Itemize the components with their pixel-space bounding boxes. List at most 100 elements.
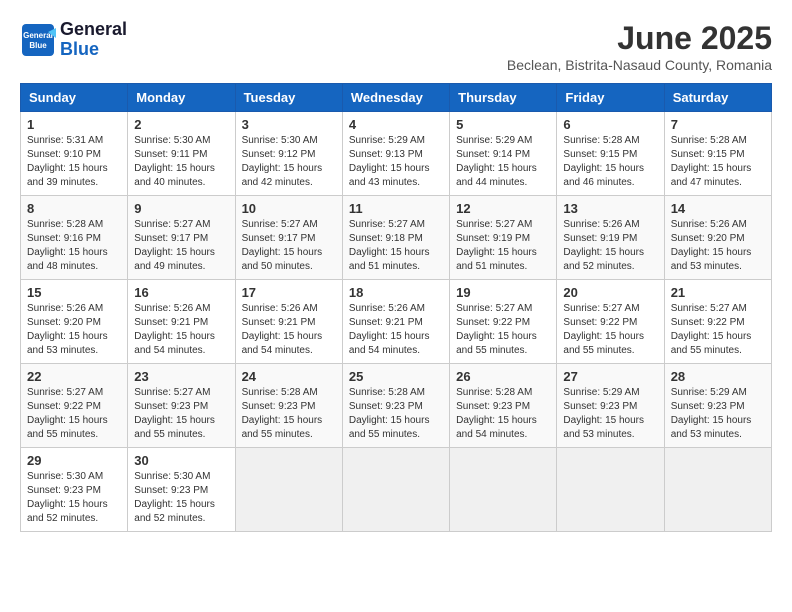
day-number: 28 (671, 369, 765, 384)
day-cell-15: 15 Sunrise: 5:26 AMSunset: 9:20 PMDayligh… (21, 280, 128, 364)
day-number: 23 (134, 369, 228, 384)
day-number: 4 (349, 117, 443, 132)
calendar-week-4: 29 Sunrise: 5:30 AMSunset: 9:23 PMDayligh… (21, 448, 772, 532)
header-cell-tuesday: Tuesday (235, 84, 342, 112)
logo: General Blue General Blue (20, 20, 127, 60)
day-cell-6: 6 Sunrise: 5:28 AMSunset: 9:15 PMDaylight… (557, 112, 664, 196)
empty-cell (235, 448, 342, 532)
empty-cell (342, 448, 449, 532)
day-number: 10 (242, 201, 336, 216)
day-info: Sunrise: 5:28 AMSunset: 9:15 PMDaylight:… (671, 134, 765, 190)
day-cell-28: 28 Sunrise: 5:29 AMSunset: 9:23 PMDayligh… (664, 364, 771, 448)
day-cell-18: 18 Sunrise: 5:26 AMSunset: 9:21 PMDayligh… (342, 280, 449, 364)
day-cell-11: 11 Sunrise: 5:27 AMSunset: 9:18 PMDayligh… (342, 196, 449, 280)
day-number: 13 (563, 201, 657, 216)
day-info: Sunrise: 5:27 AMSunset: 9:17 PMDaylight:… (134, 218, 228, 274)
day-cell-20: 20 Sunrise: 5:27 AMSunset: 9:22 PMDayligh… (557, 280, 664, 364)
day-number: 26 (456, 369, 550, 384)
day-info: Sunrise: 5:31 AMSunset: 9:10 PMDaylight:… (27, 134, 121, 190)
logo-icon: General Blue (20, 22, 56, 58)
calendar-header-row: SundayMondayTuesdayWednesdayThursdayFrid… (21, 84, 772, 112)
day-number: 14 (671, 201, 765, 216)
day-cell-17: 17Sunrise: 5:26 AMSunset: 9:21 PMDayligh… (235, 280, 342, 364)
day-cell-27: 27Sunrise: 5:29 AMSunset: 9:23 PMDayligh… (557, 364, 664, 448)
day-number: 5 (456, 117, 550, 132)
day-info: Sunrise: 5:30 AMSunset: 9:23 PMDaylight:… (27, 470, 121, 526)
day-info: Sunrise: 5:28 AMSunset: 9:15 PMDaylight:… (563, 134, 657, 190)
day-info: Sunrise: 5:28 AMSunset: 9:23 PMDaylight:… (242, 386, 336, 442)
day-number: 15 (27, 285, 121, 300)
day-info: Sunrise: 5:29 AMSunset: 9:14 PMDaylight:… (456, 134, 550, 190)
day-number: 17 (242, 285, 336, 300)
day-cell-23: 23 Sunrise: 5:27 AMSunset: 9:23 PMDayligh… (128, 364, 235, 448)
day-info: Sunrise: 5:26 AMSunset: 9:20 PMDaylight:… (27, 302, 121, 358)
day-info: Sunrise: 5:26 AMSunset: 9:21 PMDaylight:… (349, 302, 443, 358)
day-info: Sunrise: 5:27 AMSunset: 9:23 PMDaylight:… (134, 386, 228, 442)
logo-text: General Blue (60, 20, 127, 60)
day-info: Sunrise: 5:27 AMSunset: 9:22 PMDaylight:… (563, 302, 657, 358)
day-info: Sunrise: 5:27 AMSunset: 9:17 PMDaylight:… (242, 218, 336, 274)
calendar-body: 1 Sunrise: 5:31 AMSunset: 9:10 PMDaylight… (21, 112, 772, 532)
day-info: Sunrise: 5:27 AMSunset: 9:22 PMDaylight:… (671, 302, 765, 358)
day-number: 7 (671, 117, 765, 132)
day-info: Sunrise: 5:30 AMSunset: 9:11 PMDaylight:… (134, 134, 228, 190)
calendar-subtitle: Beclean, Bistrita-Nasaud County, Romania (507, 57, 772, 73)
calendar-table: SundayMondayTuesdayWednesdayThursdayFrid… (20, 83, 772, 532)
day-cell-8: 8Sunrise: 5:28 AMSunset: 9:16 PMDaylight… (21, 196, 128, 280)
day-cell-1: 1 Sunrise: 5:31 AMSunset: 9:10 PMDaylight… (21, 112, 128, 196)
day-number: 16 (134, 285, 228, 300)
day-cell-19: 19Sunrise: 5:27 AMSunset: 9:22 PMDayligh… (450, 280, 557, 364)
day-number: 3 (242, 117, 336, 132)
day-cell-4: 4 Sunrise: 5:29 AMSunset: 9:13 PMDaylight… (342, 112, 449, 196)
day-cell-29: 29 Sunrise: 5:30 AMSunset: 9:23 PMDayligh… (21, 448, 128, 532)
day-number: 18 (349, 285, 443, 300)
day-info: Sunrise: 5:28 AMSunset: 9:16 PMDaylight:… (27, 218, 121, 274)
day-number: 9 (134, 201, 228, 216)
header-cell-wednesday: Wednesday (342, 84, 449, 112)
day-info: Sunrise: 5:28 AMSunset: 9:23 PMDaylight:… (349, 386, 443, 442)
header-cell-saturday: Saturday (664, 84, 771, 112)
day-cell-26: 26 Sunrise: 5:28 AMSunset: 9:23 PMDayligh… (450, 364, 557, 448)
day-number: 1 (27, 117, 121, 132)
day-cell-5: 5 Sunrise: 5:29 AMSunset: 9:14 PMDaylight… (450, 112, 557, 196)
day-cell-9: 9 Sunrise: 5:27 AMSunset: 9:17 PMDaylight… (128, 196, 235, 280)
calendar-week-3: 22 Sunrise: 5:27 AMSunset: 9:22 PMDayligh… (21, 364, 772, 448)
day-number: 21 (671, 285, 765, 300)
day-number: 30 (134, 453, 228, 468)
day-info: Sunrise: 5:30 AMSunset: 9:12 PMDaylight:… (242, 134, 336, 190)
day-info: Sunrise: 5:26 AMSunset: 9:20 PMDaylight:… (671, 218, 765, 274)
day-number: 6 (563, 117, 657, 132)
empty-cell (450, 448, 557, 532)
day-number: 25 (349, 369, 443, 384)
empty-cell (664, 448, 771, 532)
header-cell-friday: Friday (557, 84, 664, 112)
day-cell-22: 22 Sunrise: 5:27 AMSunset: 9:22 PMDayligh… (21, 364, 128, 448)
day-info: Sunrise: 5:27 AMSunset: 9:22 PMDaylight:… (27, 386, 121, 442)
header-cell-thursday: Thursday (450, 84, 557, 112)
day-cell-16: 16 Sunrise: 5:26 AMSunset: 9:21 PMDayligh… (128, 280, 235, 364)
day-info: Sunrise: 5:26 AMSunset: 9:21 PMDaylight:… (134, 302, 228, 358)
svg-text:General: General (23, 31, 53, 40)
day-info: Sunrise: 5:27 AMSunset: 9:18 PMDaylight:… (349, 218, 443, 274)
day-cell-21: 21 Sunrise: 5:27 AMSunset: 9:22 PMDayligh… (664, 280, 771, 364)
calendar-week-1: 8Sunrise: 5:28 AMSunset: 9:16 PMDaylight… (21, 196, 772, 280)
day-cell-3: 3 Sunrise: 5:30 AMSunset: 9:12 PMDaylight… (235, 112, 342, 196)
day-number: 24 (242, 369, 336, 384)
day-number: 20 (563, 285, 657, 300)
day-number: 11 (349, 201, 443, 216)
title-area: June 2025 Beclean, Bistrita-Nasaud Count… (507, 20, 772, 73)
day-cell-7: 7 Sunrise: 5:28 AMSunset: 9:15 PMDaylight… (664, 112, 771, 196)
day-info: Sunrise: 5:27 AMSunset: 9:19 PMDaylight:… (456, 218, 550, 274)
day-number: 2 (134, 117, 228, 132)
day-number: 29 (27, 453, 121, 468)
day-number: 12 (456, 201, 550, 216)
empty-cell (557, 448, 664, 532)
day-info: Sunrise: 5:29 AMSunset: 9:23 PMDaylight:… (671, 386, 765, 442)
day-info: Sunrise: 5:29 AMSunset: 9:13 PMDaylight:… (349, 134, 443, 190)
day-number: 22 (27, 369, 121, 384)
day-cell-14: 14 Sunrise: 5:26 AMSunset: 9:20 PMDayligh… (664, 196, 771, 280)
day-info: Sunrise: 5:30 AMSunset: 9:23 PMDaylight:… (134, 470, 228, 526)
day-info: Sunrise: 5:28 AMSunset: 9:23 PMDaylight:… (456, 386, 550, 442)
header-cell-monday: Monday (128, 84, 235, 112)
day-cell-10: 10 Sunrise: 5:27 AMSunset: 9:17 PMDayligh… (235, 196, 342, 280)
